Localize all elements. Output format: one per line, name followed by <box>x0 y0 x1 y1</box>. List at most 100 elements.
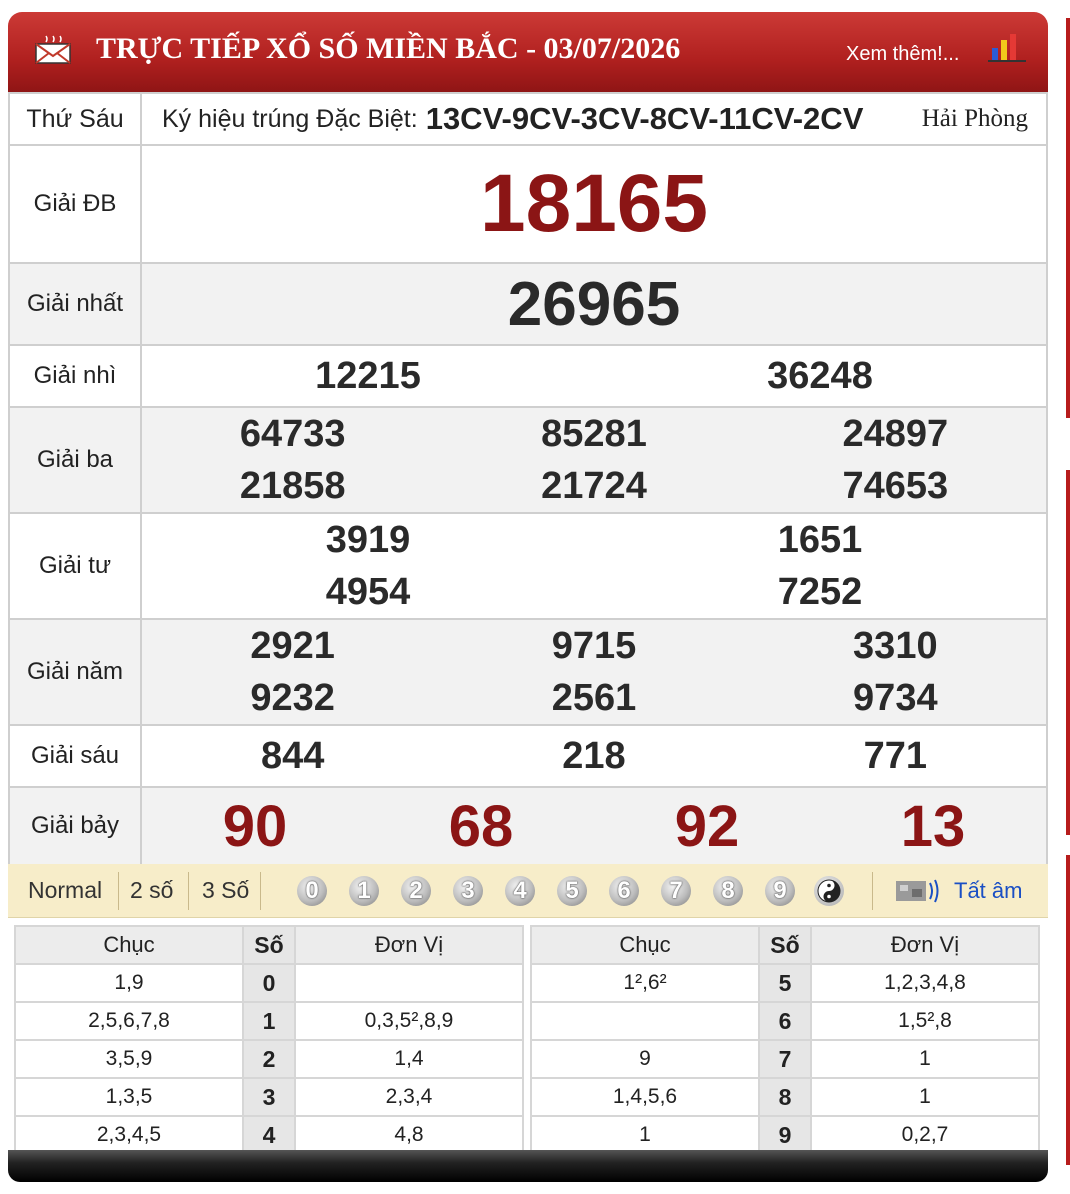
table-row: 1,9 0 <box>14 963 524 1003</box>
results-table: Thứ Sáu Ký hiệu trúng Đặc Biệt: 13CV-9CV… <box>8 92 1048 866</box>
prize-number: 24897 <box>842 413 949 455</box>
prize-label: Giải tư <box>8 512 142 620</box>
cell-chuc: 2,3,4,5 <box>14 1115 244 1155</box>
digit-ball-4[interactable]: 4 <box>505 876 535 906</box>
col-header-don-vi: Đơn Vị <box>294 925 524 965</box>
cell-don-vi: 4,8 <box>294 1115 524 1155</box>
cell-chuc: 2,5,6,7,8 <box>14 1001 244 1041</box>
prize-number: 64733 <box>239 413 346 455</box>
table-row: 1,4,5,6 8 1 <box>530 1077 1040 1117</box>
header-bar: TRỰC TIẾP XỔ SỐ MIỀN BẮC - 03/07/2026 Xe… <box>8 12 1048 92</box>
prize-number: 218 <box>562 734 626 777</box>
prize-number: 9232 <box>250 677 335 719</box>
lottery-result-box: TRỰC TIẾP XỔ SỐ MIỀN BẮC - 03/07/2026 Xe… <box>8 12 1048 1182</box>
col-header-chuc: Chục <box>14 925 244 965</box>
digit-ball-3[interactable]: 3 <box>453 876 483 906</box>
cell-don-vi: 2,3,4 <box>294 1077 524 1117</box>
weekday-label: Thứ Sáu <box>8 92 142 146</box>
prize-label: Giải năm <box>8 618 142 726</box>
right-edge-strip <box>1066 470 1070 835</box>
bar-chart-icon[interactable] <box>986 30 1028 64</box>
digit-ball-6[interactable]: 6 <box>609 876 639 906</box>
fifth-prize-numbers: 2921 9715 3310 9232 2561 9734 <box>142 620 1046 724</box>
prize-number: 7252 <box>777 571 863 613</box>
digit-ball-0[interactable]: 0 <box>297 876 327 906</box>
sixth-prize-numbers: 844 218 771 <box>142 735 1046 778</box>
cell-don-vi: 1 <box>810 1039 1040 1079</box>
col-header-don-vi: Đơn Vị <box>810 925 1040 965</box>
mode-3-digit-button[interactable]: 3 Số <box>202 877 249 904</box>
prize-label: Giải bảy <box>8 786 142 866</box>
cell-chuc: 1 <box>530 1115 760 1155</box>
prize-number: 2921 <box>250 625 335 667</box>
fourth-prize-numbers: 3919 1651 4954 7252 <box>142 514 1046 618</box>
cell-chuc: 3,5,9 <box>14 1039 244 1079</box>
cell-so: 3 <box>242 1077 296 1117</box>
cell-don-vi: 0,3,5²,8,9 <box>294 1001 524 1041</box>
prize-number: 4954 <box>325 571 411 613</box>
cell-so: 1 <box>242 1001 296 1041</box>
prize-number: 18165 <box>479 158 709 249</box>
cell-don-vi: 1,5²,8 <box>810 1001 1040 1041</box>
col-header-so: Số <box>758 925 812 965</box>
table-row: 2,5,6,7,8 1 0,3,5²,8,9 <box>14 1001 524 1041</box>
prize-number: 21724 <box>541 465 647 507</box>
cell-chuc: 9 <box>530 1039 760 1079</box>
prize-number: 26965 <box>507 269 681 339</box>
digit-ball-9[interactable]: 9 <box>765 876 795 906</box>
loto-table-right: Chục Số Đơn Vị 1²,6² 5 1,2,3,4,8 6 1,5²,8 9… <box>530 925 1040 1155</box>
cell-chuc <box>530 1001 760 1041</box>
digit-ball-8[interactable]: 8 <box>713 876 743 906</box>
cell-so: 0 <box>242 963 296 1003</box>
table-row: 971 <box>530 1039 1040 1079</box>
right-edge-strip <box>1066 855 1070 1165</box>
prize-number: 2561 <box>551 677 637 719</box>
prize-label: Giải nhì <box>8 344 142 408</box>
mode-2-digit-button[interactable]: 2 số <box>130 877 173 904</box>
cell-don-vi: 1,2,3,4,8 <box>810 963 1040 1003</box>
prize-number: 771 <box>863 734 928 777</box>
sound-icon[interactable] <box>894 877 940 905</box>
cell-so: 5 <box>758 963 812 1003</box>
prize-number: 3919 <box>325 519 411 561</box>
cell-so: 7 <box>758 1039 812 1079</box>
prize-number: 85281 <box>541 413 647 455</box>
prize-label: Giải nhất <box>8 262 142 346</box>
special-code-label: Ký hiệu trúng Đặc Biệt: <box>162 104 418 133</box>
prize-number: 844 <box>260 734 325 777</box>
col-header-chuc: Chục <box>530 925 760 965</box>
see-more-link[interactable]: Xem thêm!... <box>846 43 959 66</box>
right-edge-strip <box>1066 18 1070 418</box>
table-row: 2,3,4,5 4 4,8 <box>14 1115 524 1155</box>
prize-number: 9734 <box>853 677 938 719</box>
city-name: Hải Phòng <box>921 105 1028 132</box>
display-toolbar: Normal 2 số 3 Số 0 1 2 3 4 5 6 7 8 9 Tất… <box>8 864 1048 918</box>
digit-ball-5[interactable]: 5 <box>557 876 587 906</box>
digit-ball-2[interactable]: 2 <box>401 876 431 906</box>
cell-so: 8 <box>758 1077 812 1117</box>
mode-normal-button[interactable]: Normal <box>28 877 102 904</box>
page-title: TRỰC TIẾP XỔ SỐ MIỀN BẮC - 03/07/2026 <box>96 32 681 65</box>
prize-label: Giải sáu <box>8 724 142 788</box>
digit-ball-1[interactable]: 1 <box>349 876 379 906</box>
table-row: 1,3,5 3 2,3,4 <box>14 1077 524 1117</box>
prize-number: 13 <box>900 793 966 859</box>
third-prize-numbers: 64733 85281 24897 21858 21724 74653 <box>142 408 1046 512</box>
cell-don-vi: 1 <box>810 1077 1040 1117</box>
mute-link[interactable]: Tất âm <box>954 878 1022 904</box>
prize-number: 68 <box>448 793 514 859</box>
cell-don-vi: 1,4 <box>294 1039 524 1079</box>
prize-number: 90 <box>222 793 288 859</box>
second-prize-numbers: 12215 36248 <box>142 355 1046 398</box>
mail-icon <box>35 35 71 64</box>
cell-chuc: 1,9 <box>14 963 244 1003</box>
prize-number: 36248 <box>767 354 873 397</box>
loto-table-left: Chục Số Đơn Vị 1,9 0 2,5,6,7,8 1 0,3,5²,8,9… <box>14 925 524 1155</box>
cell-so: 2 <box>242 1039 296 1079</box>
digit-ball-7[interactable]: 7 <box>661 876 691 906</box>
prize-number: 21858 <box>239 465 346 507</box>
cell-don-vi <box>294 963 524 1003</box>
table-row: 6 1,5²,8 <box>530 1001 1040 1041</box>
yin-yang-icon[interactable] <box>814 876 844 906</box>
divider <box>118 872 119 910</box>
